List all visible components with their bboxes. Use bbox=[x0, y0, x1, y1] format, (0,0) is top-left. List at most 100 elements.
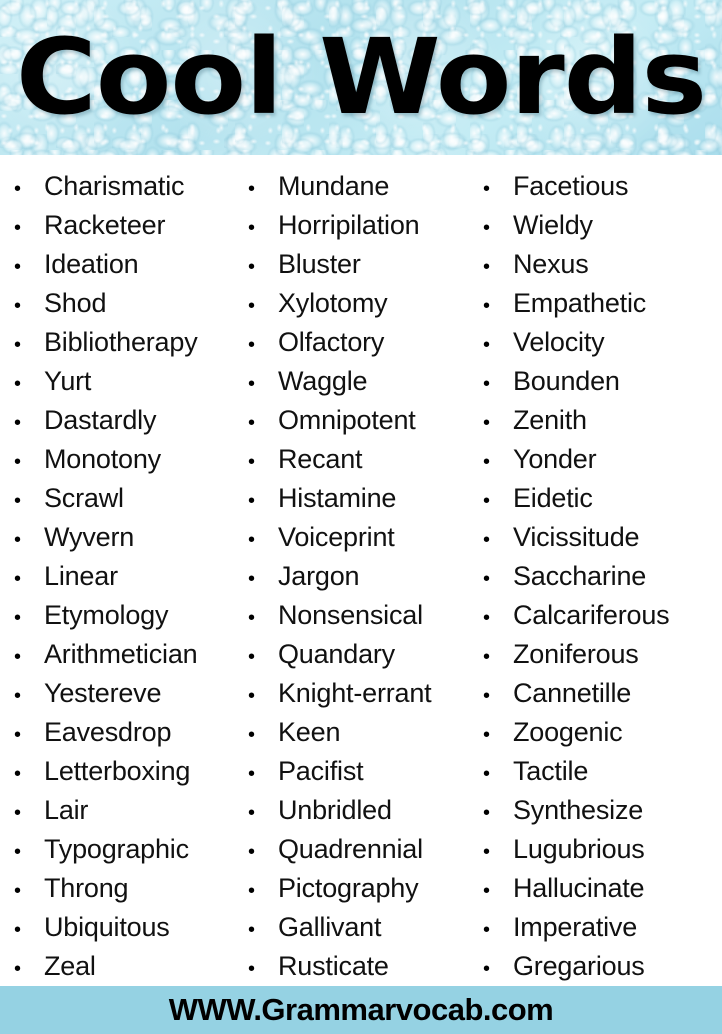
word-text: Jargon bbox=[278, 561, 360, 591]
list-item: • Histamine bbox=[242, 479, 469, 518]
word-text: Nonsensical bbox=[278, 600, 423, 630]
list-item: • Bibliotherapy bbox=[8, 323, 234, 362]
cool-words-poster: Cool Words • Charismatic • Racketeer • Ideati… bbox=[0, 0, 722, 1034]
word-text: Cannetille bbox=[513, 678, 632, 708]
word-text: Horripilation bbox=[278, 210, 420, 240]
list-item: • Synthesize bbox=[477, 791, 714, 830]
bullet-icon: • bbox=[14, 568, 22, 590]
list-item: • Throng bbox=[8, 869, 234, 908]
list-item: • Empathetic bbox=[477, 284, 714, 323]
list-item: • Pictography bbox=[242, 869, 469, 908]
list-item: • Lair bbox=[8, 791, 234, 830]
bullet-icon: • bbox=[14, 529, 22, 551]
word-text: Bounden bbox=[513, 366, 620, 396]
bullet-icon: • bbox=[483, 958, 491, 980]
word-list-area: • Charismatic • Racketeer • Ideation • Shod • Bib… bbox=[0, 155, 722, 986]
list-item: • Eavesdrop bbox=[8, 713, 234, 752]
bullet-icon: • bbox=[483, 217, 491, 239]
word-text: Olfactory bbox=[278, 327, 385, 357]
bullet-icon: • bbox=[248, 802, 256, 824]
list-item: • Jargon bbox=[242, 557, 469, 596]
bullet-icon: • bbox=[483, 412, 491, 434]
bullet-icon: • bbox=[483, 568, 491, 590]
word-text: Bluster bbox=[278, 249, 361, 279]
word-text: Gallivant bbox=[278, 912, 382, 942]
bullet-icon: • bbox=[483, 763, 491, 785]
bullet-icon: • bbox=[248, 880, 256, 902]
bullet-icon: • bbox=[248, 334, 256, 356]
bullet-icon: • bbox=[14, 880, 22, 902]
word-text: Eavesdrop bbox=[44, 717, 172, 747]
list-item: • Nexus bbox=[477, 245, 714, 284]
word-text: Etymology bbox=[44, 600, 169, 630]
list-item: • Tactile bbox=[477, 752, 714, 791]
list-item: • Quadrennial bbox=[242, 830, 469, 869]
list-item: • Keen bbox=[242, 713, 469, 752]
word-text: Facetious bbox=[513, 171, 629, 201]
word-text: Wyvern bbox=[44, 522, 135, 552]
bullet-icon: • bbox=[14, 178, 22, 200]
list-item: • Yonder bbox=[477, 440, 714, 479]
list-item: • Facetious bbox=[477, 167, 714, 206]
word-text: Quandary bbox=[278, 639, 395, 669]
bullet-icon: • bbox=[248, 490, 256, 512]
website-url[interactable]: WWW.Grammarvocab.com bbox=[169, 992, 554, 1028]
bullet-icon: • bbox=[483, 724, 491, 746]
word-column-3: • Facetious • Wieldy • Nexus • Empathetic • Veloc… bbox=[469, 167, 714, 986]
word-text: Keen bbox=[278, 717, 341, 747]
list-item: • Zoniferous bbox=[477, 635, 714, 674]
list-item: • Knight-errant bbox=[242, 674, 469, 713]
word-text: Synthesize bbox=[513, 795, 644, 825]
bullet-icon: • bbox=[14, 295, 22, 317]
list-item: • Horripilation bbox=[242, 206, 469, 245]
list-item: • Olfactory bbox=[242, 323, 469, 362]
bullet-icon: • bbox=[14, 646, 22, 668]
poster-footer: WWW.Grammarvocab.com bbox=[0, 986, 722, 1034]
list-item: • Wieldy bbox=[477, 206, 714, 245]
list-item: • Eidetic bbox=[477, 479, 714, 518]
word-text: Typographic bbox=[44, 834, 189, 864]
word-text: Ubiquitous bbox=[44, 912, 170, 942]
page-title: Cool Words bbox=[15, 16, 707, 138]
list-item: • Wyvern bbox=[8, 518, 234, 557]
list-item: • Voiceprint bbox=[242, 518, 469, 557]
bullet-icon: • bbox=[248, 919, 256, 941]
bullet-icon: • bbox=[14, 451, 22, 473]
bullet-icon: • bbox=[483, 490, 491, 512]
word-text: Arithmetician bbox=[44, 639, 198, 669]
bullet-icon: • bbox=[483, 178, 491, 200]
word-text: Letterboxing bbox=[44, 756, 191, 786]
bullet-icon: • bbox=[483, 841, 491, 863]
bullet-icon: • bbox=[14, 412, 22, 434]
word-text: Xylotomy bbox=[278, 288, 388, 318]
list-item: • Scrawl bbox=[8, 479, 234, 518]
bullet-icon: • bbox=[483, 880, 491, 902]
word-text: Linear bbox=[44, 561, 118, 591]
list-item: • Omnipotent bbox=[242, 401, 469, 440]
word-text: Voiceprint bbox=[278, 522, 395, 552]
word-text: Zeal bbox=[44, 951, 96, 981]
bullet-icon: • bbox=[248, 568, 256, 590]
list-item: • Waggle bbox=[242, 362, 469, 401]
word-text: Yonder bbox=[513, 444, 597, 474]
list-item: • Pacifist bbox=[242, 752, 469, 791]
word-text: Saccharine bbox=[513, 561, 647, 591]
word-text: Racketeer bbox=[44, 210, 166, 240]
bullet-icon: • bbox=[248, 412, 256, 434]
word-text: Zoniferous bbox=[513, 639, 639, 669]
word-text: Eidetic bbox=[513, 483, 593, 513]
list-item: • Bounden bbox=[477, 362, 714, 401]
bullet-icon: • bbox=[483, 334, 491, 356]
bullet-icon: • bbox=[14, 841, 22, 863]
list-item: • Calcariferous bbox=[477, 596, 714, 635]
word-text: Histamine bbox=[278, 483, 397, 513]
list-item: • Monotony bbox=[8, 440, 234, 479]
list-item: • Ideation bbox=[8, 245, 234, 284]
bullet-icon: • bbox=[248, 256, 256, 278]
bullet-icon: • bbox=[483, 646, 491, 668]
list-item: • Dastardly bbox=[8, 401, 234, 440]
word-text: Charismatic bbox=[44, 171, 185, 201]
bullet-icon: • bbox=[14, 685, 22, 707]
list-item: • Typographic bbox=[8, 830, 234, 869]
word-text: Zoogenic bbox=[513, 717, 623, 747]
